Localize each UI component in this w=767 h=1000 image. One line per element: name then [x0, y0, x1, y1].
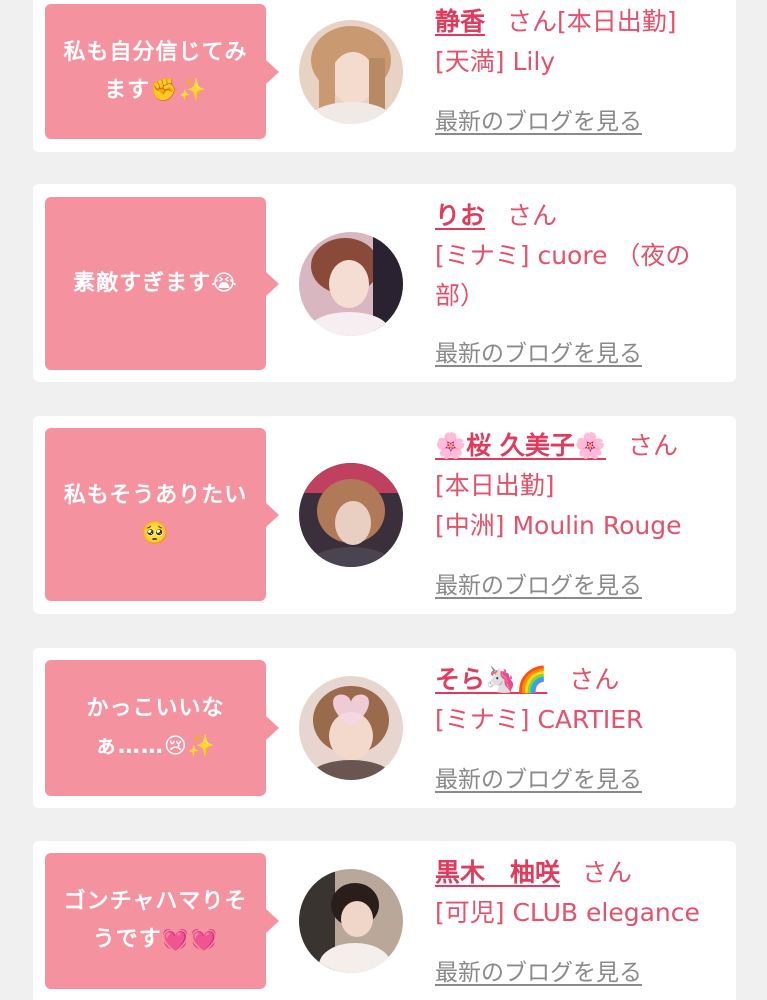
shop-name: [天満] Lily	[435, 47, 556, 76]
avatar[interactable]	[299, 676, 403, 780]
latest-blog-link[interactable]: 最新のブログを見る	[435, 566, 642, 600]
avatar-photo-icon	[299, 463, 403, 567]
shop-name: [ミナミ] cuore （夜の部）	[435, 241, 691, 310]
cast-name-link[interactable]: 静香	[435, 7, 485, 36]
cast-name-link[interactable]: そら🦄🌈	[435, 665, 547, 694]
avatar-photo-icon	[299, 869, 403, 973]
status-tag: [本日出勤]	[557, 7, 677, 36]
comment-text: 私もそうありたい🥺	[63, 482, 248, 546]
cast-info: 黒木 柚咲 さん [可児] CLUB elegance	[435, 853, 718, 933]
comment-bubble: かっこいいなぁ……😢✨	[45, 660, 279, 796]
cast-info: りお さん [ミナミ] cuore （夜の部）	[435, 196, 718, 316]
comment-text: ゴンチャハマりそうです💓💓	[63, 889, 248, 952]
avatar-photo-icon	[299, 232, 403, 336]
honorific: さん	[569, 665, 620, 694]
cast-name-link[interactable]: 🌸桜 久美子🌸	[435, 431, 606, 460]
cast-info: 静香 さん[本日出勤] [天満] Lily	[435, 2, 718, 82]
latest-blog-link[interactable]: 最新のブログを見る	[435, 953, 642, 987]
shop-name: [ミナミ] CARTIER	[435, 705, 644, 734]
comment-text: 私も自分信じてみます✊✨	[63, 39, 248, 103]
list-item: ゴンチャハマりそうです💓💓 黒木 柚咲 さん [可児] CLUB elegance…	[33, 841, 736, 1000]
avatar[interactable]	[299, 232, 403, 336]
status-tag: [本日出勤]	[435, 471, 555, 500]
comment-text: かっこいいなぁ……😢✨	[86, 696, 225, 759]
cast-name-link[interactable]: 黒木 柚咲	[435, 858, 560, 887]
comment-bubble: 私も自分信じてみます✊✨	[45, 4, 279, 139]
cast-info: 🌸桜 久美子🌸 さん [本日出勤] [中洲] Moulin Rouge	[435, 426, 718, 546]
blog-comment-list: 私も自分信じてみます✊✨ 静香 さん[本日出勤] [天満] Lily 最新のブログ…	[0, 0, 767, 1000]
list-item: 私も自分信じてみます✊✨ 静香 さん[本日出勤] [天満] Lily 最新のブログ…	[33, 0, 736, 152]
avatar[interactable]	[299, 869, 403, 973]
honorific: さん	[507, 7, 558, 36]
list-item: 私もそうありたい🥺 🌸桜 久美子🌸 さん [本日出勤] [中洲] Moulin R…	[33, 416, 736, 614]
avatar[interactable]	[299, 463, 403, 567]
avatar-photo-icon	[299, 20, 403, 124]
honorific: さん	[582, 858, 633, 887]
shop-name: [中洲] Moulin Rouge	[435, 511, 682, 540]
comment-bubble: 素敵すぎます😭	[45, 197, 279, 370]
cast-name-link[interactable]: りお	[435, 201, 485, 230]
comment-bubble: ゴンチャハマりそうです💓💓	[45, 853, 279, 989]
comment-bubble: 私もそうありたい🥺	[45, 428, 279, 601]
list-item: 素敵すぎます😭 りお さん [ミナミ] cuore （夜の部） 最新のブログを見る	[33, 184, 736, 382]
latest-blog-link[interactable]: 最新のブログを見る	[435, 102, 642, 136]
shop-name: [可児] CLUB elegance	[435, 898, 700, 927]
avatar[interactable]	[299, 20, 403, 124]
list-item: かっこいいなぁ……😢✨ そら🦄🌈 さん [ミナミ] CARTIER 最新のブログを…	[33, 648, 736, 808]
honorific: さん	[627, 431, 678, 460]
comment-text: 素敵すぎます😭	[73, 270, 238, 296]
avatar-photo-icon	[299, 676, 403, 780]
latest-blog-link[interactable]: 最新のブログを見る	[435, 760, 642, 794]
honorific: さん	[507, 201, 558, 230]
cast-info: そら🦄🌈 さん [ミナミ] CARTIER	[435, 660, 718, 740]
latest-blog-link[interactable]: 最新のブログを見る	[435, 334, 642, 368]
